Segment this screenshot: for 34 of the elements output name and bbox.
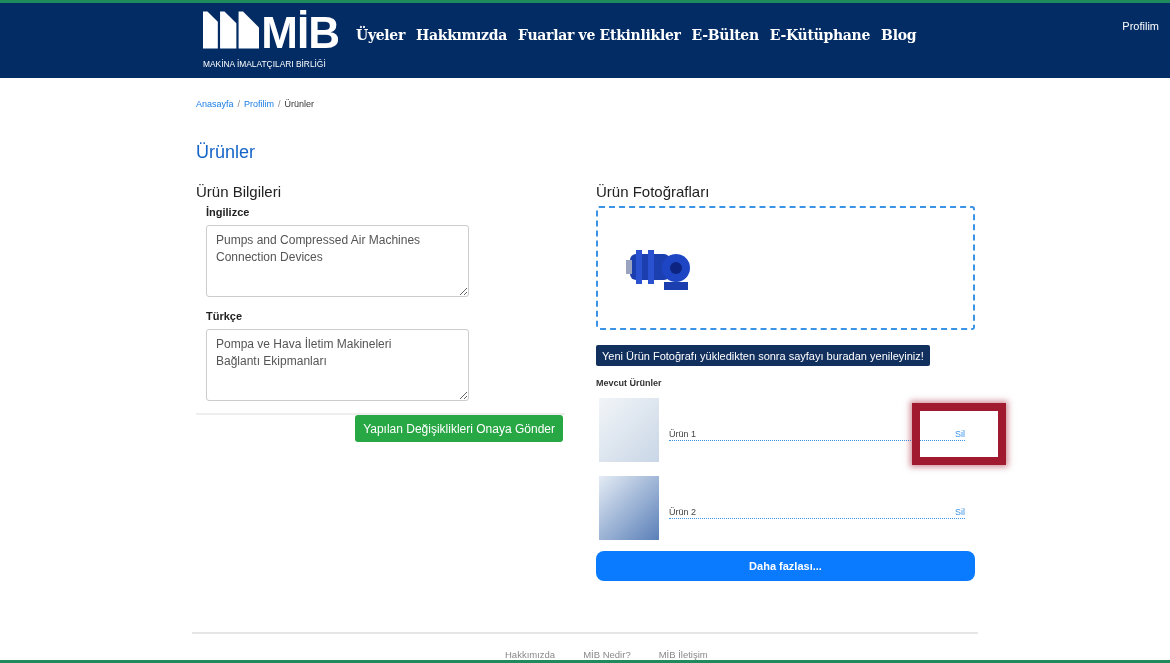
profile-link[interactable]: Profilim (1122, 20, 1159, 32)
field-label: İngilizce (206, 206, 251, 218)
breadcrumb-link[interactable]: Profilim (244, 99, 275, 109)
breadcrumb-separator: / (278, 99, 281, 109)
photo-drop-zone[interactable] (596, 206, 975, 330)
page-title: Ürünler (196, 142, 257, 163)
text-area[interactable]: Pompa ve Hava İletim Makineleri Bağlantı Ekipmanları (206, 329, 469, 401)
photo-placeholder (599, 476, 659, 540)
refresh-button[interactable]: Yeni Ürün Fotoğrafı yükledikten sonra sayfayı buradan yenileyiniz! (596, 345, 930, 366)
field-label: Türkçe (206, 310, 244, 322)
product-name: Ürün 1 (669, 429, 696, 439)
list-title: Mevcut Ürünler (596, 378, 663, 388)
logo-subtitle: MAKİNA İMALATÇILARI BİRLİĞİ (203, 59, 327, 69)
nav-link[interactable]: E-Bülten (691, 27, 759, 43)
breadcrumb-current: Ürünler (284, 99, 315, 109)
footer-link[interactable]: Hakkımızda (505, 649, 556, 660)
nav-link[interactable]: Hakkımızda (416, 27, 508, 43)
breadcrumb-link[interactable]: Anasayfa (196, 99, 234, 109)
delete-link[interactable]: Sil (955, 429, 965, 439)
footer-link[interactable]: MİB Nedir? (583, 649, 631, 660)
nav-link[interactable]: E-Kütüphane (769, 27, 871, 43)
more-button[interactable]: Daha fazlası... (596, 551, 975, 581)
nav-link[interactable]: Üyeler (356, 27, 406, 43)
product-name: Ürün 2 (669, 507, 696, 517)
section-heading: Ürün Bilgileri (196, 183, 283, 200)
logo-text[interactable]: MİB (261, 11, 339, 55)
nav-link[interactable]: Blog (881, 27, 917, 43)
footer-link[interactable]: MİB İletişim (658, 649, 708, 660)
delete-link[interactable]: Sil (955, 507, 965, 517)
photo-placeholder (599, 398, 659, 462)
section-heading: Ürün Fotoğrafları (596, 183, 711, 200)
text-area[interactable]: Pumps and Compressed Air Machines Connection Devices (206, 225, 469, 297)
breadcrumb-separator: / (237, 99, 241, 109)
nav-link[interactable]: Fuarlar ve Etkinlikler (518, 27, 681, 43)
